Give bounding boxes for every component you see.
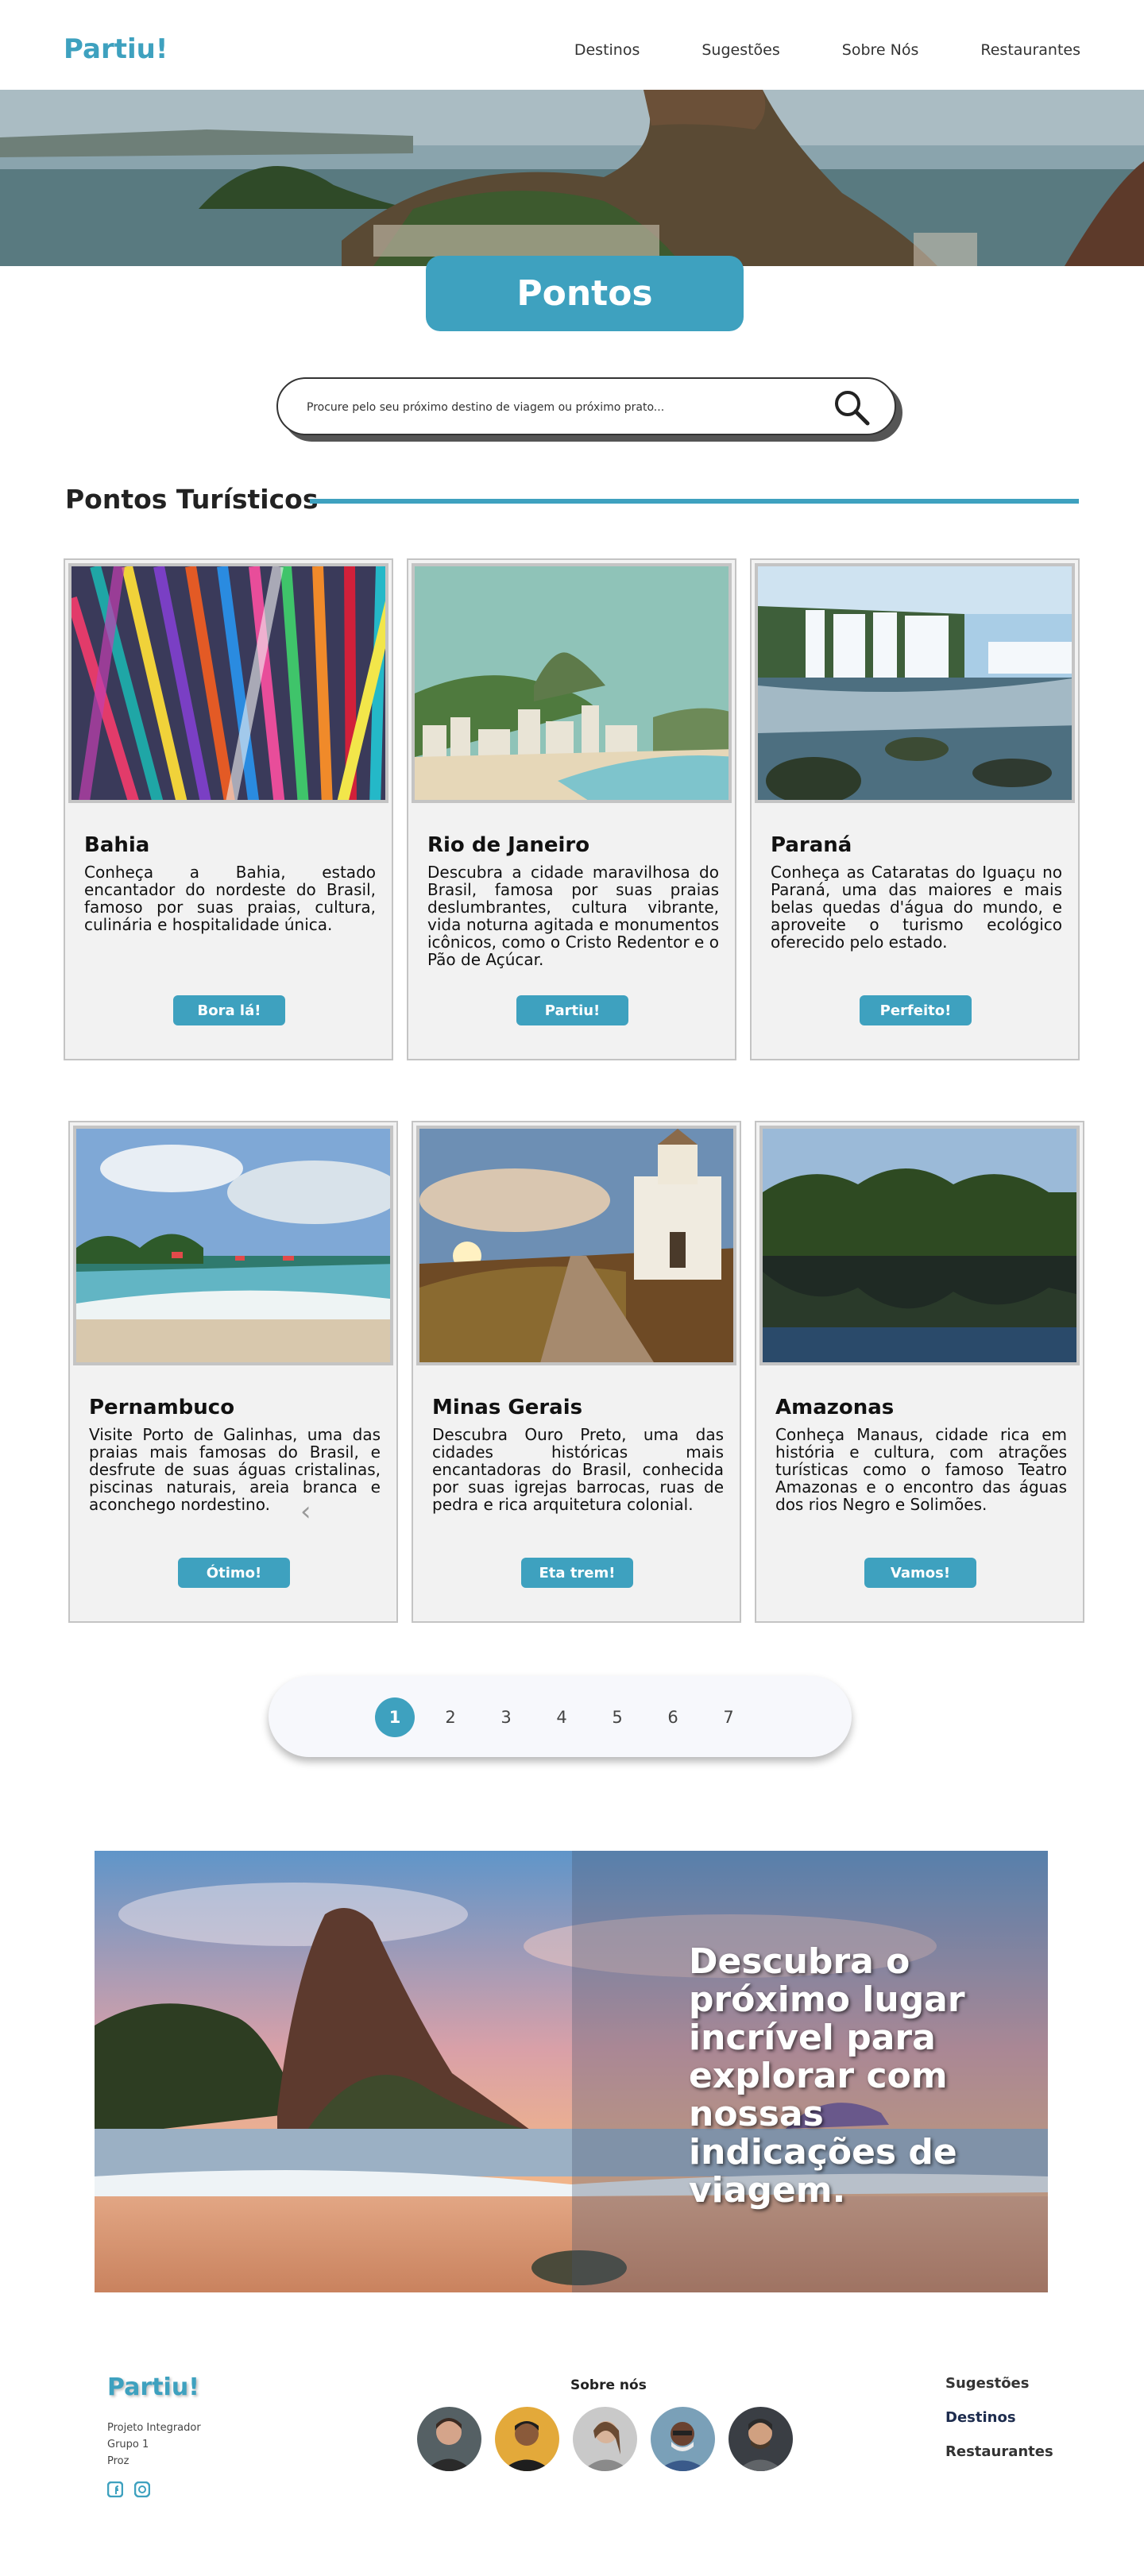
promo-banner: Descubra o próximo lugar incrível para e… xyxy=(95,1851,1048,2292)
card-description: Descubra Ouro Preto, uma das cidades his… xyxy=(432,1425,724,1514)
card-title: Amazonas xyxy=(775,1396,895,1419)
page-button-5[interactable]: 5 xyxy=(597,1697,637,1737)
avatar[interactable] xyxy=(651,2407,715,2471)
card-button-pernambuco[interactable]: Ótimo! xyxy=(178,1558,290,1588)
card-image-parana xyxy=(755,563,1075,803)
hero-banner-image xyxy=(0,90,1144,266)
card-title: Bahia xyxy=(84,833,150,857)
footer-links: Sugestões Destinos Restaurantes xyxy=(945,2375,1053,2460)
avatar[interactable] xyxy=(573,2407,637,2471)
chevron-left-icon[interactable]: ‹ xyxy=(300,1496,311,1527)
facebook-icon[interactable] xyxy=(106,2481,124,2498)
card-title: Minas Gerais xyxy=(432,1396,583,1419)
avatar[interactable] xyxy=(417,2407,481,2471)
page-button-1[interactable]: 1 xyxy=(375,1697,415,1737)
top-navbar: Partiu! Destinos Sugestões Sobre Nós Res… xyxy=(0,0,1144,90)
card-image-amazonas xyxy=(759,1126,1080,1365)
footer-link-sugestoes[interactable]: Sugestões xyxy=(945,2375,1053,2392)
page-button-4[interactable]: 4 xyxy=(542,1697,582,1737)
card-title: Paraná xyxy=(771,833,852,857)
footer-info-line: Grupo 1 xyxy=(107,2439,149,2450)
card-title: Pernambuco xyxy=(89,1396,235,1419)
nav-links: Destinos Sugestões Sobre Nós Restaurante… xyxy=(574,41,1080,59)
nav-link-destinos[interactable]: Destinos xyxy=(574,41,640,59)
team-avatars xyxy=(417,2407,793,2471)
instagram-icon[interactable] xyxy=(133,2481,151,2498)
search-bar xyxy=(276,377,902,442)
card-description: Conheça Manaus, cidade rica em história … xyxy=(775,1425,1067,1514)
card-button-rio-de-janeiro[interactable]: Partiu! xyxy=(516,995,628,1025)
pagination: 1 2 3 4 5 6 7 xyxy=(269,1676,852,1757)
card-button-amazonas[interactable]: Vamos! xyxy=(864,1558,976,1588)
card-amazonas: Amazonas Conheça Manaus, cidade rica em … xyxy=(755,1121,1084,1623)
footer-about-title: Sobre nós xyxy=(570,2377,647,2393)
banner-headline: Descubra o próximo lugar incrível para e… xyxy=(689,1941,965,2211)
footer-info-line: Proz xyxy=(107,2455,129,2467)
card-parana: Paraná Conheça as Cataratas do Iguaçu no… xyxy=(750,558,1080,1060)
card-rio-de-janeiro: Rio de Janeiro Descubra a cidade maravil… xyxy=(407,558,736,1060)
card-description: Visite Porto de Galinhas, uma das praias… xyxy=(89,1425,381,1514)
card-image-minas-gerais xyxy=(416,1126,736,1365)
nav-link-restaurantes[interactable]: Restaurantes xyxy=(980,41,1080,59)
card-minas-gerais: Minas Gerais Descubra Ouro Preto, uma da… xyxy=(412,1121,741,1623)
search-icon[interactable] xyxy=(831,387,872,428)
footer-info-line: Projeto Integrador xyxy=(107,2422,201,2434)
footer-logo[interactable]: Partiu! xyxy=(107,2373,199,2401)
search-box xyxy=(276,377,896,435)
section-title: Pontos Turísticos xyxy=(65,484,319,515)
card-image-bahia xyxy=(68,563,388,803)
page-button-3[interactable]: 3 xyxy=(486,1697,526,1737)
avatar[interactable] xyxy=(495,2407,559,2471)
card-button-parana[interactable]: Perfeito! xyxy=(860,995,972,1025)
footer-social xyxy=(106,2481,151,2498)
footer-link-destinos[interactable]: Destinos xyxy=(945,2409,1053,2426)
hero-title: Pontos Turísticos xyxy=(426,256,744,389)
page-button-7[interactable]: 7 xyxy=(709,1697,748,1737)
nav-link-sobre-nos[interactable]: Sobre Nós xyxy=(842,41,919,59)
footer-link-restaurantes[interactable]: Restaurantes xyxy=(945,2443,1053,2460)
search-input[interactable] xyxy=(307,393,815,422)
card-pernambuco: Pernambuco Visite Porto de Galinhas, uma… xyxy=(68,1121,398,1623)
card-description: Descubra a cidade maravilhosa do Brasil,… xyxy=(427,863,719,969)
section-divider xyxy=(310,499,1079,504)
site-logo[interactable]: Partiu! xyxy=(64,33,168,65)
card-bahia: Bahia Conheça a Bahia, estado encantador… xyxy=(64,558,393,1060)
nav-link-sugestoes[interactable]: Sugestões xyxy=(701,41,779,59)
page-button-2[interactable]: 2 xyxy=(431,1697,470,1737)
card-image-rio-de-janeiro xyxy=(412,563,732,803)
card-title: Rio de Janeiro xyxy=(427,833,590,857)
card-image-pernambuco xyxy=(73,1126,393,1365)
avatar[interactable] xyxy=(729,2407,793,2471)
card-button-bahia[interactable]: Bora lá! xyxy=(173,995,285,1025)
card-description: Conheça a Bahia, estado encantador do no… xyxy=(84,863,376,934)
page-button-6[interactable]: 6 xyxy=(653,1697,693,1737)
footer-info: Projeto Integrador Grupo 1 Proz xyxy=(107,2420,201,2470)
card-description: Conheça as Cataratas do Iguaçu no Paraná… xyxy=(771,863,1062,952)
card-button-minas-gerais[interactable]: Eta trem! xyxy=(521,1558,633,1588)
